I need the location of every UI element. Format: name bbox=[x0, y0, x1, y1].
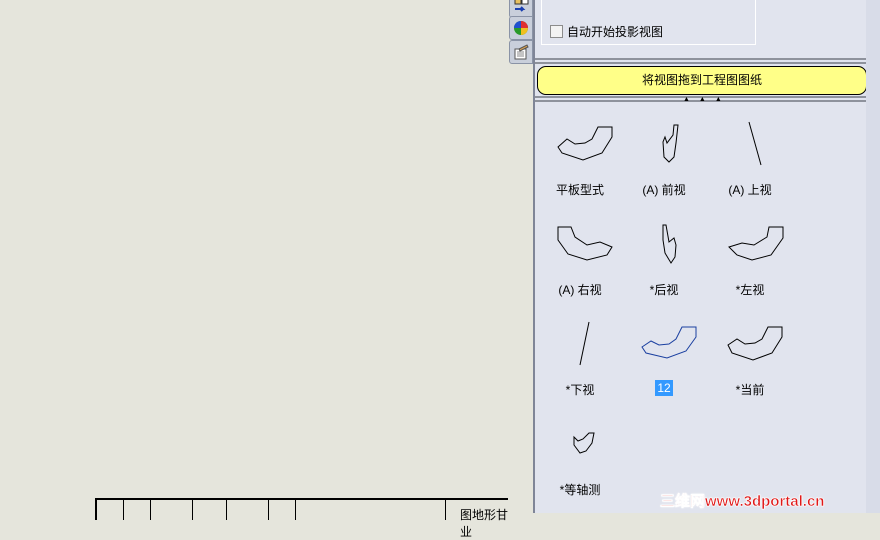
view-isometric[interactable]: *等轴测 bbox=[540, 415, 620, 505]
view-label: (A) 上视 bbox=[728, 183, 772, 197]
auto-projected-view-checkbox[interactable]: 自动开始投影视图 bbox=[550, 23, 663, 40]
view-label: (A) 前视 bbox=[642, 183, 686, 197]
view-thumbnail bbox=[579, 321, 590, 366]
drag-hint-banner: 将视图拖到工程图图纸 bbox=[537, 66, 867, 95]
view-current[interactable]: *当前 bbox=[710, 315, 790, 405]
drawing-sheet[interactable]: 图地形甘业 bbox=[0, 0, 527, 539]
view-left[interactable]: *左视 bbox=[710, 215, 790, 305]
view-back[interactable]: *后视 bbox=[624, 215, 704, 305]
properties-icon bbox=[514, 44, 529, 60]
view-thumbnail bbox=[662, 124, 679, 163]
view-12[interactable]: 12 bbox=[624, 315, 704, 405]
view-palette-icon bbox=[514, 0, 529, 12]
view-label: *左视 bbox=[735, 283, 765, 297]
view-label: *下视 bbox=[565, 383, 595, 397]
view-thumbnail bbox=[641, 326, 697, 359]
view-front[interactable]: (A) 前视 bbox=[624, 115, 704, 205]
view-top[interactable]: (A) 上视 bbox=[710, 115, 790, 205]
panel-tabs bbox=[508, 0, 533, 513]
view-flat-pattern[interactable]: 平板型式 bbox=[540, 115, 620, 205]
options-group: 自动开始投影视图 bbox=[541, 0, 756, 45]
view-label: (A) 右视 bbox=[558, 283, 602, 297]
view-thumbnail bbox=[573, 432, 595, 454]
view-label-selected: 12 bbox=[655, 380, 673, 396]
view-thumbnail bbox=[557, 126, 613, 161]
divider bbox=[535, 58, 866, 60]
view-thumbnail bbox=[662, 224, 677, 264]
title-block-text: 图地形甘业 bbox=[460, 508, 509, 539]
view-bottom[interactable]: *下视 bbox=[540, 315, 620, 405]
view-thumbnail bbox=[728, 226, 784, 261]
view-palette-panel: 自动开始投影视图 将视图拖到工程图图纸 ▲▲▲ 平板型式 (A) 前视 (A) … bbox=[533, 0, 868, 513]
view-thumbnail bbox=[748, 121, 762, 166]
panel-scrollbar[interactable] bbox=[866, 0, 880, 513]
divider bbox=[535, 62, 866, 64]
view-label: *当前 bbox=[735, 383, 765, 397]
watermark: 三维网www.3dportal.cn bbox=[660, 493, 825, 511]
view-label: *后视 bbox=[649, 283, 679, 297]
view-label: *等轴测 bbox=[559, 483, 601, 497]
checkbox-label: 自动开始投影视图 bbox=[567, 25, 664, 39]
view-label: 平板型式 bbox=[555, 183, 604, 197]
splitter-handle[interactable]: ▲▲▲ bbox=[683, 96, 731, 103]
view-thumbnail bbox=[727, 326, 783, 361]
tab-custom-properties[interactable] bbox=[509, 40, 533, 64]
view-thumbnail bbox=[557, 226, 613, 261]
color-ball-icon bbox=[514, 21, 528, 35]
checkbox-box[interactable] bbox=[550, 25, 563, 38]
tab-appearances[interactable] bbox=[509, 16, 533, 40]
view-right[interactable]: (A) 右视 bbox=[540, 215, 620, 305]
